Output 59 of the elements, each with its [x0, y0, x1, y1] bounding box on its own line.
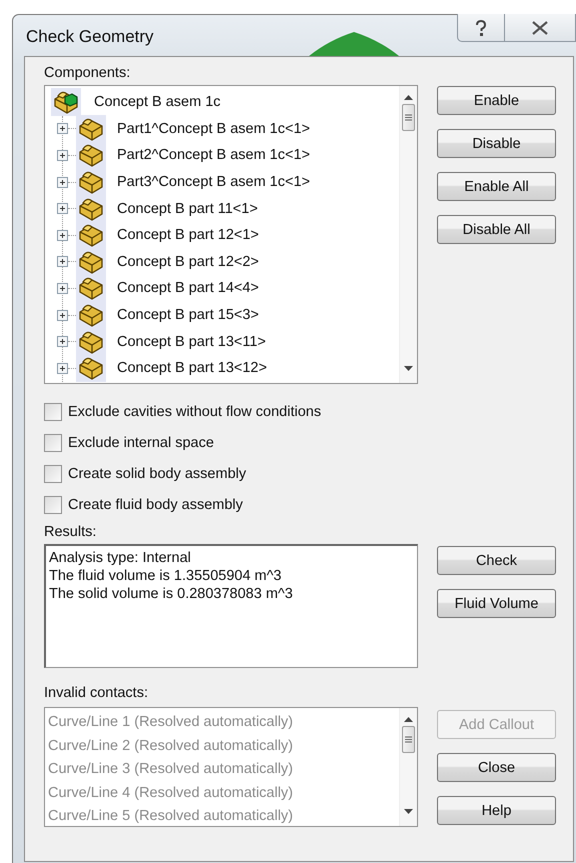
scroll-thumb[interactable]	[402, 104, 415, 131]
dialog-button[interactable]: Check	[437, 546, 556, 575]
section-label: Results:	[44, 523, 98, 542]
tree-item[interactable]: Part1^Concept B asem 1c<1>	[57, 116, 399, 142]
checkbox[interactable]	[44, 402, 62, 420]
result-text: The fluid volume is 1.35505904 m^3	[49, 567, 282, 585]
dialog-button[interactable]: Fluid Volume	[437, 589, 556, 618]
checkbox-label: Create solid body assembly	[68, 466, 246, 482]
dialog-button[interactable]: Disable	[437, 129, 556, 158]
dialog-button[interactable]: Help	[437, 796, 556, 825]
part-icon	[76, 354, 106, 382]
close-button[interactable]	[505, 14, 576, 42]
checkbox[interactable]	[44, 434, 62, 452]
expand-icon[interactable]	[57, 230, 68, 241]
tree-item[interactable]: Concept B part 13<11>	[57, 328, 399, 355]
section-label: Components:	[44, 64, 132, 83]
tree-item[interactable]: Concept B part 12<2>	[57, 248, 399, 276]
checkbox[interactable]	[44, 464, 62, 482]
expand-icon[interactable]	[57, 203, 68, 214]
expand-icon[interactable]	[57, 336, 68, 348]
close-icon	[531, 20, 549, 34]
checkbox-label: Create fluid body assembly	[68, 496, 243, 512]
result-text: The solid volume is 0.280378083 m^3	[49, 585, 294, 603]
dialog-button[interactable]: Enable	[437, 86, 556, 115]
expand-icon[interactable]	[57, 176, 68, 188]
expand-icon[interactable]	[57, 256, 68, 268]
tree-item[interactable]: Part2^Concept B asem 1c<1>	[57, 142, 399, 169]
tree-item[interactable]: Concept B part 11<1>	[57, 195, 399, 222]
help-icon	[475, 20, 487, 36]
expand-icon[interactable]	[57, 282, 68, 294]
dialog-button[interactable]: Close	[437, 753, 556, 782]
scroll-down-icon[interactable]	[404, 366, 413, 371]
tree-item[interactable]: Concept B asem 1c	[51, 89, 399, 116]
result-text: Analysis type: Internal	[49, 549, 192, 567]
scroll-up-icon[interactable]	[404, 717, 413, 722]
scroll-up-icon[interactable]	[404, 95, 413, 100]
tree-item[interactable]: Concept B part 12<1>	[57, 222, 399, 249]
dialog-button[interactable]: Enable All	[437, 172, 556, 201]
tree-item[interactable]: Concept B part 14<4>	[57, 275, 399, 302]
section-label: Invalid contacts:	[44, 684, 149, 703]
help-button[interactable]	[457, 14, 505, 42]
scrollbar[interactable]	[399, 86, 417, 383]
expand-icon[interactable]	[57, 150, 68, 161]
window-title: Check Geometry	[25, 26, 154, 46]
scroll-down-icon[interactable]	[404, 809, 413, 814]
expand-icon[interactable]	[57, 123, 68, 134]
checkbox[interactable]	[44, 496, 62, 514]
tree-item[interactable]: Concept B part 13<12>	[57, 354, 399, 382]
scrollbar[interactable]	[399, 708, 417, 826]
assembly-icon	[51, 88, 81, 116]
expand-icon[interactable]	[57, 362, 68, 374]
tree-item[interactable]: Part3^Concept B asem 1c<1>	[57, 168, 399, 196]
dialog-button[interactable]: Disable All	[437, 215, 556, 244]
part-icon	[76, 114, 106, 143]
expand-icon[interactable]	[57, 310, 68, 321]
tree-item[interactable]: Concept B part 15<3>	[57, 302, 399, 328]
checkbox-label: Exclude internal space	[68, 434, 214, 450]
scroll-thumb[interactable]	[402, 726, 415, 753]
checkbox-label: Exclude cavities without flow conditions	[68, 404, 322, 420]
